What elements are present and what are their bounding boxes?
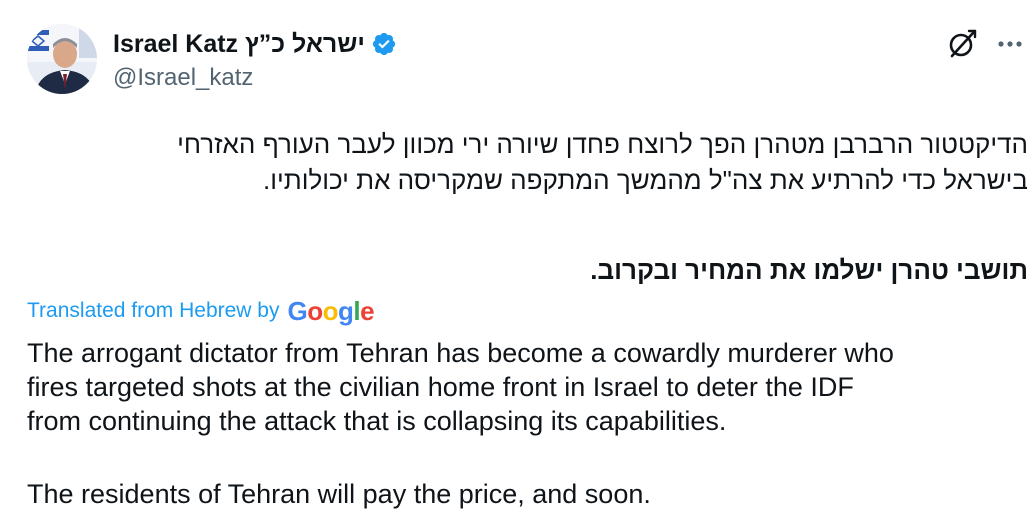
- hebrew-line-2: בישראל כדי להרתיע את צה"ל מהמשך המתקפה ש…: [263, 165, 1028, 195]
- translation-attribution[interactable]: Translated from Hebrew by Google: [27, 294, 375, 328]
- tweet: ישראל כ”ץ Israel Katz @Israel_katz הדיקט…: [0, 0, 1033, 520]
- tweet-text-hebrew: הדיקטטור הרברבן מטהרן הפך לרוצח פחדן שיו…: [22, 126, 1028, 198]
- avatar[interactable]: [27, 24, 97, 94]
- translated-from-label[interactable]: Translated from Hebrew by: [27, 299, 279, 323]
- google-logo: Google: [287, 295, 375, 326]
- translated-line-2: fires targeted shots at the civilian hom…: [27, 372, 854, 402]
- translated-line-3: from continuing the attack that is colla…: [27, 406, 727, 436]
- tweet-text-hebrew-bold: תושבי טהרן ישלמו את המחיר ובקרוב.: [590, 255, 1028, 285]
- avatar-image: [27, 24, 97, 94]
- more-options-icon[interactable]: [992, 26, 1028, 62]
- tweet-text-translated-2: The residents of Tehran will pay the pri…: [27, 479, 651, 509]
- grok-icon[interactable]: [944, 26, 980, 62]
- display-name[interactable]: ישראל כ”ץ Israel Katz: [113, 30, 365, 59]
- author-name-row[interactable]: ישראל כ”ץ Israel Katz: [113, 28, 397, 60]
- translated-line-1: The arrogant dictator from Tehran has be…: [27, 338, 894, 368]
- verified-badge-icon[interactable]: [371, 31, 397, 57]
- user-handle[interactable]: @Israel_katz: [113, 64, 253, 92]
- hebrew-line-1: הדיקטטור הרברבן מטהרן הפך לרוצח פחדן שיו…: [177, 129, 1028, 159]
- tweet-text-translated: The arrogant dictator from Tehran has be…: [27, 336, 1027, 438]
